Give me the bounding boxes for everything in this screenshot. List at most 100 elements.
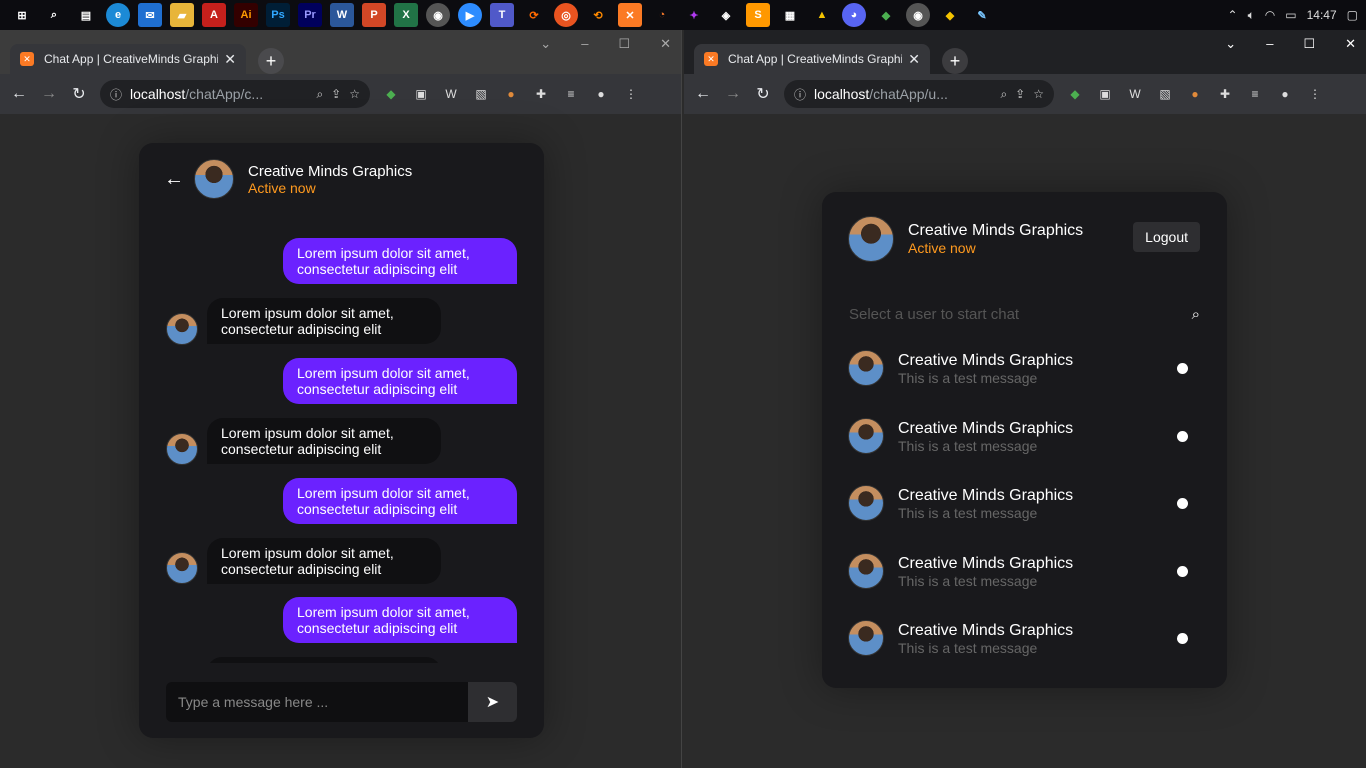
paint-icon[interactable]: ✎ <box>970 3 994 27</box>
search-icon[interactable]: ⌕ <box>42 3 66 27</box>
app-green-icon[interactable]: ◆ <box>874 3 898 27</box>
w-extension-icon[interactable]: W <box>1126 85 1144 103</box>
media-icon[interactable]: ≡ <box>562 85 580 103</box>
puzzle-icon[interactable]: ✚ <box>532 85 550 103</box>
zoom-icon[interactable]: ⌕ <box>1000 87 1007 102</box>
lock-extension-icon[interactable]: ▣ <box>412 85 430 103</box>
w-extension-icon[interactable]: W <box>442 85 460 103</box>
discord-icon[interactable]: ◕ <box>842 3 866 27</box>
online-status-dot <box>1177 498 1188 509</box>
page-content: ← Creative Minds Graphics Active now Lor… <box>0 114 681 768</box>
profile-avatar-icon[interactable]: ● <box>592 85 610 103</box>
windows-start-icon[interactable]: ⊞ <box>10 3 34 27</box>
inkscape-icon[interactable]: ◈ <box>714 3 738 27</box>
share-icon[interactable]: ⇪ <box>1015 87 1025 101</box>
address-bar[interactable]: ⓘ localhost/chatApp/c... ⌕ ⇪ ☆ <box>100 80 370 108</box>
user-list-item[interactable]: Creative Minds Graphics This is a test me… <box>848 350 1200 418</box>
app-icon[interactable]: ✦ <box>682 3 706 27</box>
xampp-icon[interactable]: ✕ <box>618 3 642 27</box>
user-list-item[interactable]: Creative Minds Graphics This is a test me… <box>848 417 1200 486</box>
premiere-icon[interactable]: Pr <box>298 3 322 27</box>
profile-avatar-icon[interactable]: ● <box>1276 85 1294 103</box>
edge-icon[interactable]: e <box>106 3 130 27</box>
battery-icon[interactable]: ▭ <box>1285 8 1296 22</box>
avatar <box>166 433 198 465</box>
reload-icon[interactable]: ↻ <box>70 84 88 104</box>
notifications-icon[interactable]: ▢ <box>1347 8 1358 22</box>
sublime-icon[interactable]: S <box>746 3 770 27</box>
reload-icon[interactable]: ↻ <box>754 84 772 104</box>
clapper-icon[interactable]: ▦ <box>778 3 802 27</box>
close-tab-icon[interactable]: ✕ <box>224 51 236 68</box>
close-tab-icon[interactable]: ✕ <box>908 51 920 68</box>
illustrator-icon[interactable]: Ai <box>234 3 258 27</box>
teams-icon[interactable]: T <box>490 3 514 27</box>
powerpoint-icon[interactable]: P <box>362 3 386 27</box>
wifi-icon[interactable]: ◠ <box>1265 8 1275 22</box>
cookie-extension-icon[interactable]: ● <box>502 85 520 103</box>
info-icon[interactable]: ⓘ <box>794 86 806 103</box>
minimize-button[interactable]: – <box>1266 36 1273 52</box>
search-input[interactable]: Select a user to start chat <box>849 306 1192 323</box>
dropdown-icon[interactable]: ⌄ <box>540 36 551 52</box>
zoom-icon[interactable]: ▶ <box>458 3 482 27</box>
cookie-extension-icon[interactable]: ● <box>1186 85 1204 103</box>
excel-icon[interactable]: X <box>394 3 418 27</box>
blender-icon[interactable]: ◔ <box>650 3 674 27</box>
dropdown-icon[interactable]: ⌄ <box>1225 36 1236 52</box>
forward-icon[interactable]: → <box>724 85 742 103</box>
chrome-icon[interactable]: ◉ <box>906 3 930 27</box>
ubuntu-icon[interactable]: ◎ <box>554 3 578 27</box>
close-window-button[interactable]: ✕ <box>660 36 671 52</box>
back-arrow-icon[interactable]: ← <box>164 168 184 191</box>
minimize-button[interactable]: – <box>581 36 588 52</box>
message-input[interactable]: Type a message here ... <box>166 682 468 722</box>
maximize-button[interactable]: ☐ <box>618 36 630 52</box>
acrobat-icon[interactable]: A <box>202 3 226 27</box>
close-window-button[interactable]: ✕ <box>1345 36 1356 52</box>
word-icon[interactable]: W <box>330 3 354 27</box>
square-extension-icon[interactable]: ▧ <box>1156 85 1174 103</box>
bookmark-star-icon[interactable]: ☆ <box>1033 87 1044 101</box>
info-icon[interactable]: ⓘ <box>110 86 122 103</box>
search-icon[interactable]: ⌕ <box>1192 306 1200 323</box>
user-list-item[interactable]: Creative Minds Graphics This is a test me… <box>848 620 1200 688</box>
extension-icon[interactable]: ◆ <box>1066 85 1084 103</box>
extension-icon[interactable]: ◆ <box>382 85 400 103</box>
file-explorer-icon[interactable]: ▰ <box>170 3 194 27</box>
maximize-button[interactable]: ☐ <box>1303 36 1315 52</box>
send-button[interactable]: ➤ <box>468 682 517 722</box>
puzzle-icon[interactable]: ✚ <box>1216 85 1234 103</box>
logout-button[interactable]: Logout <box>1133 222 1200 252</box>
orange-app-icon[interactable]: ⟳ <box>522 3 546 27</box>
menu-icon[interactable]: ⋮ <box>622 85 640 103</box>
menu-icon[interactable]: ⋮ <box>1306 85 1324 103</box>
forward-icon[interactable]: → <box>40 85 58 103</box>
user-list-item[interactable]: Creative Minds Graphics This is a test me… <box>848 485 1200 553</box>
back-icon[interactable]: ← <box>10 85 28 103</box>
obs-icon[interactable]: ◉ <box>426 3 450 27</box>
square-extension-icon[interactable]: ▧ <box>472 85 490 103</box>
zoom-icon[interactable]: ⌕ <box>316 87 323 102</box>
new-tab-button[interactable]: + <box>942 48 968 74</box>
address-bar[interactable]: ⓘ localhost/chatApp/u... ⌕ ⇪ ☆ <box>784 80 1054 108</box>
online-status-dot <box>1177 565 1188 577</box>
git-icon[interactable]: ◆ <box>938 3 962 27</box>
volume-icon[interactable]: 🔈︎ <box>1248 8 1255 23</box>
browser-tab[interactable]: ✕ Chat App | CreativeMinds Graphics ✕ <box>10 44 246 74</box>
sync-icon[interactable]: ⟲ <box>586 3 610 27</box>
back-icon[interactable]: ← <box>694 85 712 103</box>
new-tab-button[interactable]: + <box>258 48 284 74</box>
share-icon[interactable]: ⇪ <box>331 87 341 101</box>
clock[interactable]: 14:47 <box>1307 8 1337 22</box>
browser-tab[interactable]: ✕ Chat App | CreativeMinds Graphics ✕ <box>694 44 930 74</box>
task-view-icon[interactable]: ▤ <box>74 3 98 27</box>
photoshop-icon[interactable]: Ps <box>266 3 290 27</box>
tray-chevron-icon[interactable]: ⌃ <box>1228 8 1238 22</box>
user-list-item[interactable]: Creative Minds Graphics This is a test me… <box>848 552 1200 621</box>
lock-extension-icon[interactable]: ▣ <box>1096 85 1114 103</box>
bookmark-star-icon[interactable]: ☆ <box>349 87 360 101</box>
warning-app-icon[interactable]: ▲ <box>810 3 834 27</box>
mail-icon[interactable]: ✉ <box>138 3 162 27</box>
media-icon[interactable]: ≡ <box>1246 85 1264 103</box>
